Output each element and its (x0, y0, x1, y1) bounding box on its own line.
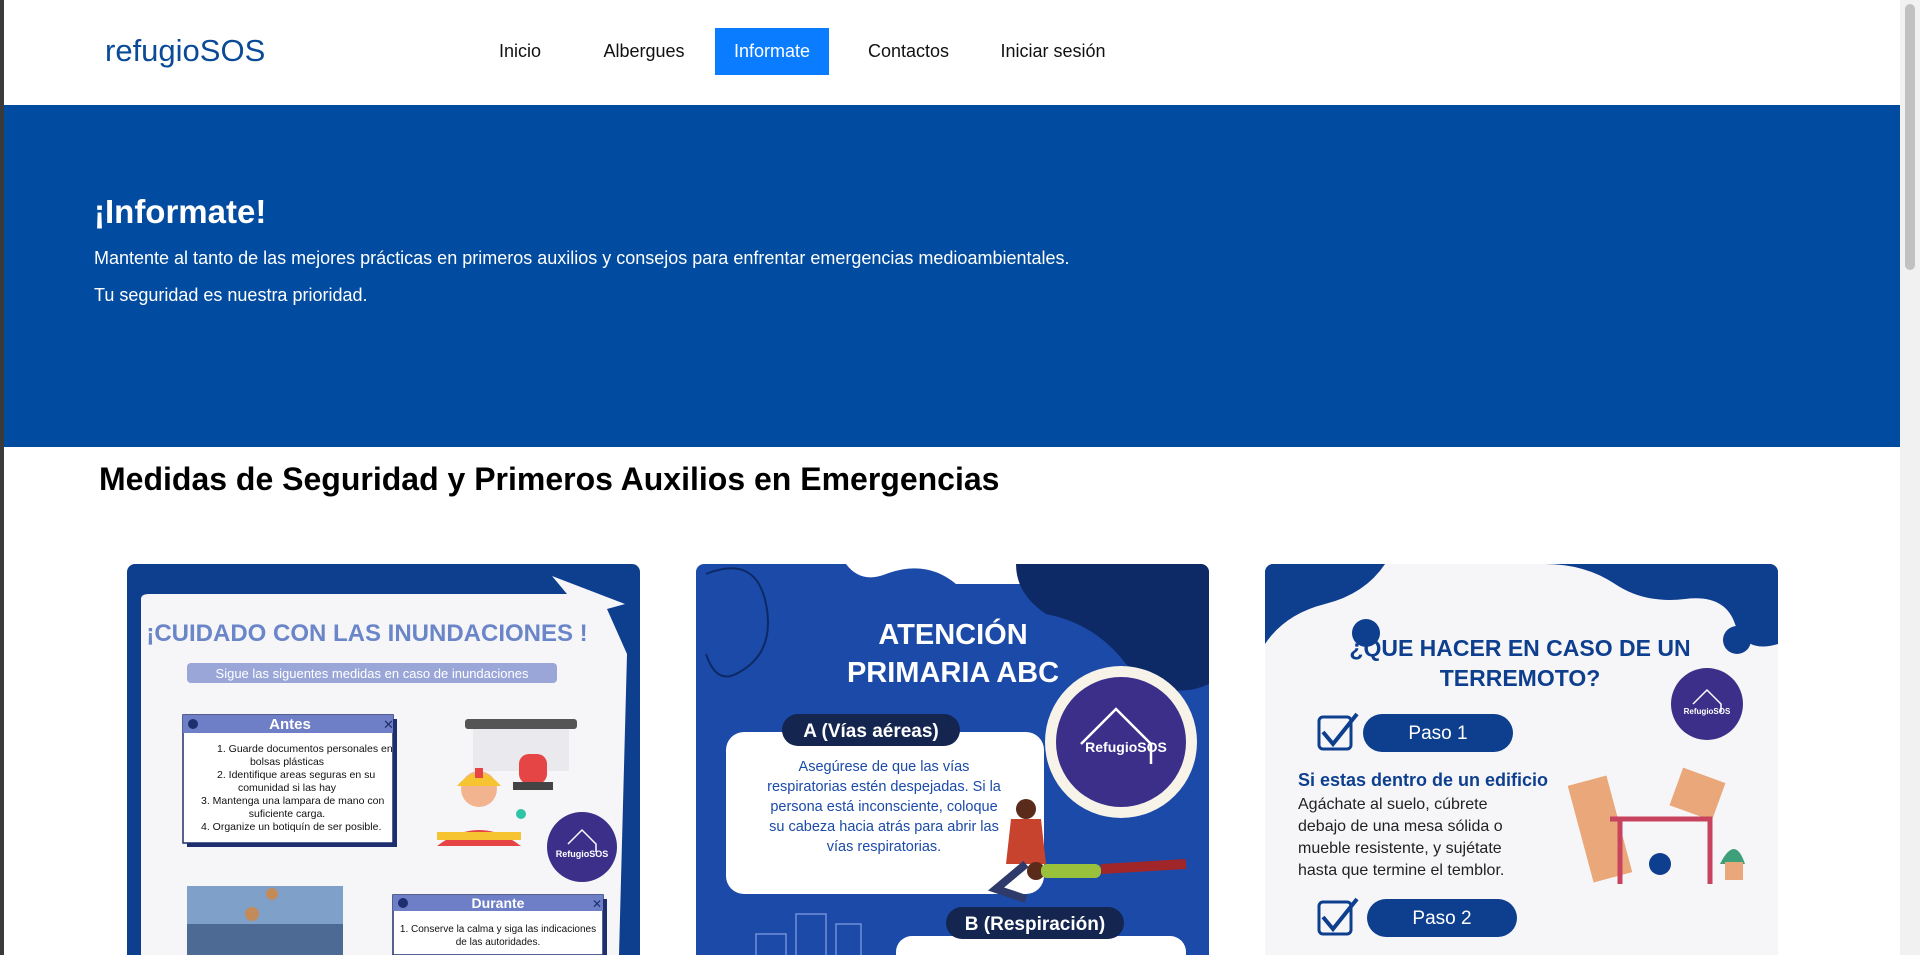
quake-infographic: ¿QUE HACER EN CASO DE UN TERREMOTO? Refu… (1265, 564, 1778, 937)
svg-text:Asegúrese de que las vías: Asegúrese de que las vías (799, 759, 970, 775)
svg-text:1. Conserve la calma y siga la: 1. Conserve la calma y siga las indicaci… (400, 924, 596, 935)
flood-infographic: ¡CUIDADO CON LAS INUNDACIONES ! Sigue la… (141, 576, 627, 955)
svg-text:persona está inconsciente, col: persona está inconsciente, coloque (770, 799, 997, 815)
abc-title-line2: PRIMARIA ABC (847, 657, 1059, 689)
hero-tagline: Tu seguridad es nuestra prioridad. (94, 285, 368, 305)
hero-description: Mantente al tanto de las mejores práctic… (94, 248, 1070, 268)
nav-informate[interactable]: Informate (715, 28, 829, 75)
svg-text:3. Mantenga una lampara de m: 3. Mantenga una lampara de mano con (201, 795, 384, 807)
abc-logo: RefugioSOS (1085, 739, 1167, 755)
quake-title-line2: TERREMOTO? (1440, 665, 1601, 691)
abc-title-line1: ATENCIÓN (878, 617, 1027, 651)
quake-paso1: Paso 1 (1408, 723, 1467, 744)
abc-infographic: ATENCIÓN PRIMARIA ABC A (Vías aéreas) As… (696, 564, 1209, 955)
quake-title-line1: ¿QUE HACER EN CASO DE UN (1349, 635, 1690, 661)
brand-logo[interactable]: refugioSOS (105, 33, 265, 69)
quake-paso1-heading: Si estas dentro de un edificio (1298, 770, 1548, 790)
svg-text:Agáchate al suelo, cúbrete: Agáchate al suelo, cúbrete (1298, 796, 1488, 813)
scrollbar-thumb[interactable] (1905, 4, 1915, 270)
nav-iniciar-sesion[interactable]: Iniciar sesión (978, 28, 1128, 75)
flood-durante-label: Durante (472, 895, 525, 911)
flood-infographic-card[interactable]: ¡CUIDADO CON LAS INUNDACIONES ! Sigue la… (127, 564, 640, 955)
svg-text:respiratorias estén despejadas: respiratorias estén despejadas. Si la (767, 779, 1002, 795)
section-title: Medidas de Seguridad y Primeros Auxilios… (99, 461, 1000, 497)
svg-text:mueble resistente, y sujétate: mueble resistente, y sujétate (1298, 840, 1502, 857)
quake-paso2: Paso 2 (1412, 908, 1471, 929)
hero-title: ¡Informate! (94, 193, 267, 230)
abc-b-label: B (Respiración) (965, 914, 1105, 935)
quake-infographic-card[interactable]: ¿QUE HACER EN CASO DE UN TERREMOTO? Refu… (1265, 564, 1778, 955)
svg-text:2. Identifique areas segura: 2. Identifique areas seguras en su (217, 769, 375, 781)
nav-contactos[interactable]: Contactos (843, 28, 974, 75)
svg-text:bolsas plásticas: bolsas plásticas (250, 756, 324, 768)
flood-title: ¡CUIDADO CON LAS INUNDACIONES ! (146, 620, 587, 647)
svg-text:suficiente carga.: suficiente carga. (249, 808, 325, 820)
flood-antes-label: Antes (269, 716, 311, 733)
page-scrollbar[interactable] (1900, 0, 1920, 955)
flood-subtitle: Sigue las siguentes medidas en caso de i… (216, 666, 529, 681)
svg-text:✕: ✕ (383, 717, 394, 732)
svg-text:4. Organize un botiquín de s: 4. Organize un botiquín de ser posible. (201, 821, 381, 833)
abc-a-label: A (Vías aéreas) (803, 721, 939, 742)
abc-infographic-card[interactable]: ATENCIÓN PRIMARIA ABC A (Vías aéreas) As… (696, 564, 1209, 955)
svg-text:de las autoridades.: de las autoridades. (456, 937, 541, 948)
top-navbar: refugioSOS Inicio Albergues Informate Co… (4, 0, 1900, 105)
quake-logo: RefugioSOS (1684, 707, 1731, 716)
nav-albergues[interactable]: Albergues (578, 28, 710, 75)
svg-text:comunidad si las hay: comunidad si las hay (238, 782, 337, 794)
flood-logo: RefugioSOS (556, 849, 609, 859)
nav-inicio[interactable]: Inicio (466, 28, 574, 75)
svg-text:hasta que termine el temblor.: hasta que termine el temblor. (1298, 862, 1504, 879)
hero-banner: ¡Informate! Mantente al tanto de las mej… (4, 105, 1900, 447)
svg-text:✕: ✕ (592, 897, 602, 911)
svg-text:su cabeza hacia atrás para abr: su cabeza hacia atrás para abrir las (769, 819, 999, 835)
svg-text:1. Guarde documentos person: 1. Guarde documentos personales en (217, 743, 393, 755)
svg-text:vías respiratorias.: vías respiratorias. (827, 839, 941, 855)
svg-text:debajo de una mesa sólida o: debajo de una mesa sólida o (1298, 818, 1503, 835)
